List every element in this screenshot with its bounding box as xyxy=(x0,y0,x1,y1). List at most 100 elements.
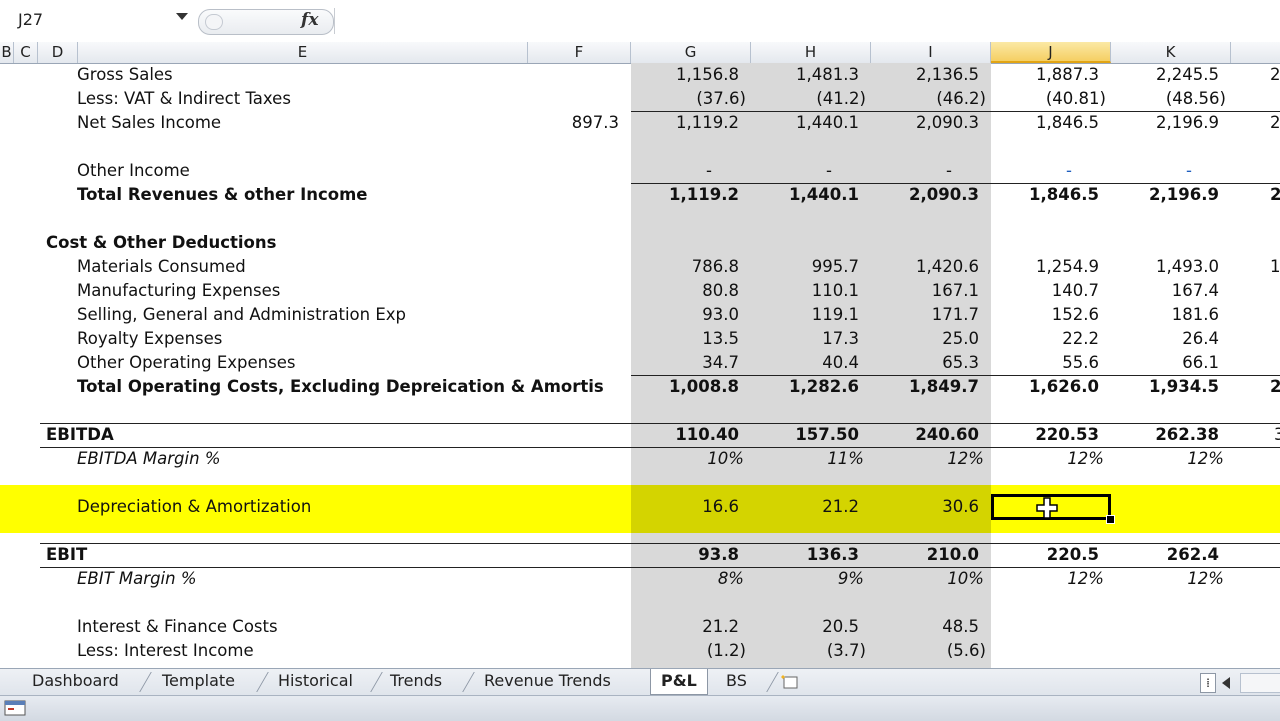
cell-g[interactable]: 21.2 xyxy=(629,615,739,639)
cell-l[interactable]: 2 xyxy=(1270,375,1280,399)
cell-l[interactable]: 2 xyxy=(1270,183,1280,207)
cell-l[interactable]: 3 xyxy=(1274,423,1280,447)
cell-i[interactable]: 210.0 xyxy=(869,543,979,567)
column-header-l[interactable] xyxy=(1231,42,1280,63)
cell-j[interactable]: 220.53 xyxy=(989,423,1099,447)
cell-h[interactable]: 17.3 xyxy=(749,327,859,351)
column-header-b[interactable]: B xyxy=(0,42,14,63)
cell-g[interactable]: 34.7 xyxy=(629,351,739,375)
cell-g[interactable]: - xyxy=(602,159,712,183)
cell-h[interactable]: 110.1 xyxy=(749,279,859,303)
cell-h[interactable]: 119.1 xyxy=(749,303,859,327)
cell-i[interactable]: 2,090.3 xyxy=(869,183,979,207)
cell-i[interactable]: 1,420.6 xyxy=(869,255,979,279)
cell-k[interactable]: 181.6 xyxy=(1109,303,1219,327)
insert-sheet-icon[interactable] xyxy=(780,674,798,689)
cell-j[interactable]: 1,846.5 xyxy=(989,183,1099,207)
cell-j[interactable]: - xyxy=(962,159,1072,183)
column-header-e[interactable]: E xyxy=(78,42,528,63)
cell-i[interactable]: (5.6) xyxy=(876,639,986,663)
cell-h[interactable]: 136.3 xyxy=(749,543,859,567)
cell-k[interactable]: 66.1 xyxy=(1109,351,1219,375)
cell-j[interactable]: 12% xyxy=(994,447,1104,471)
cell-j[interactable]: 22.2 xyxy=(989,327,1099,351)
cell-h[interactable]: 40.4 xyxy=(749,351,859,375)
cell-i[interactable]: 2,090.3 xyxy=(869,111,979,135)
cell-j[interactable]: 220.5 xyxy=(989,543,1099,567)
cell-h[interactable]: 21.2 xyxy=(749,495,859,519)
cell-i[interactable]: 2,136.5 xyxy=(869,63,979,87)
cell-i[interactable]: 167.1 xyxy=(869,279,979,303)
cell-l[interactable]: 2 xyxy=(1270,63,1280,87)
sheet-tab-bs[interactable]: BS xyxy=(716,669,757,693)
column-header-c[interactable]: C xyxy=(14,42,38,63)
column-header-h[interactable]: H xyxy=(751,42,871,63)
sheet-tab-historical[interactable]: Historical xyxy=(268,669,363,693)
cell-h[interactable]: 20.5 xyxy=(749,615,859,639)
fill-handle[interactable] xyxy=(1106,515,1115,524)
cell-h[interactable]: 9% xyxy=(754,567,864,591)
tab-split-handle[interactable]: ⁞ xyxy=(1200,673,1216,693)
formula-input[interactable] xyxy=(334,8,1280,34)
cell-g[interactable]: 13.5 xyxy=(629,327,739,351)
cell-k[interactable]: - xyxy=(1082,159,1192,183)
cell-k[interactable]: 2,245.5 xyxy=(1109,63,1219,87)
cell-i[interactable]: 48.5 xyxy=(869,615,979,639)
cell-k[interactable]: 2,196.9 xyxy=(1109,111,1219,135)
cell-k[interactable]: 26.4 xyxy=(1109,327,1219,351)
cell-h[interactable]: 157.50 xyxy=(749,423,859,447)
cell-h[interactable]: - xyxy=(722,159,832,183)
cell-g[interactable]: 16.6 xyxy=(629,495,739,519)
cell-h[interactable]: 1,440.1 xyxy=(749,111,859,135)
cell-g[interactable]: (1.2) xyxy=(636,639,746,663)
cell-g[interactable]: 93.8 xyxy=(629,543,739,567)
cell-i[interactable]: 171.7 xyxy=(869,303,979,327)
cell-g[interactable]: 93.0 xyxy=(629,303,739,327)
cell-k[interactable]: 262.38 xyxy=(1109,423,1219,447)
cell-g[interactable]: 10% xyxy=(634,447,744,471)
cell-h[interactable]: 1,481.3 xyxy=(749,63,859,87)
cell-g[interactable]: 1,156.8 xyxy=(629,63,739,87)
cell-g[interactable]: 110.40 xyxy=(629,423,739,447)
sheet-tab-dashboard[interactable]: Dashboard xyxy=(22,669,129,693)
cell-g[interactable]: 1,008.8 xyxy=(629,375,739,399)
cell-i[interactable]: 12% xyxy=(874,447,984,471)
cell-h[interactable]: (3.7) xyxy=(756,639,866,663)
cell-f[interactable]: 897.3 xyxy=(509,111,619,135)
cell-i[interactable]: 10% xyxy=(874,567,984,591)
cell-j[interactable]: 12% xyxy=(994,567,1104,591)
scroll-left-icon[interactable] xyxy=(1222,677,1230,689)
cell-j[interactable]: 1,254.9 xyxy=(989,255,1099,279)
horizontal-scrollbar[interactable] xyxy=(1240,673,1280,693)
cell-h[interactable]: 11% xyxy=(754,447,864,471)
cell-k[interactable]: 12% xyxy=(1114,447,1224,471)
cell-j[interactable]: 1,846.5 xyxy=(989,111,1099,135)
cell-g[interactable]: 80.8 xyxy=(629,279,739,303)
cell-j[interactable]: 140.7 xyxy=(989,279,1099,303)
cell-k[interactable]: (48.56) xyxy=(1116,87,1226,111)
sheet-tab-trends[interactable]: Trends xyxy=(380,669,452,693)
cell-l[interactable]: 2 xyxy=(1270,111,1280,135)
sheet-tab-pl[interactable]: P&L xyxy=(650,669,708,695)
cell-k[interactable]: 1,934.5 xyxy=(1109,375,1219,399)
cell-k[interactable]: 2,196.9 xyxy=(1109,183,1219,207)
column-header-k[interactable]: K xyxy=(1111,42,1231,63)
cell-h[interactable]: 995.7 xyxy=(749,255,859,279)
cell-j[interactable]: (40.81) xyxy=(996,87,1106,111)
insert-function-button[interactable]: fx xyxy=(301,10,318,30)
name-box-dropdown-icon[interactable] xyxy=(176,13,188,20)
cell-h[interactable]: 1,282.6 xyxy=(749,375,859,399)
macro-record-icon[interactable] xyxy=(4,700,26,716)
cell-i[interactable]: 1,849.7 xyxy=(869,375,979,399)
cell-i[interactable]: 25.0 xyxy=(869,327,979,351)
cell-i[interactable]: 65.3 xyxy=(869,351,979,375)
column-header-i[interactable]: I xyxy=(871,42,991,63)
sheet-tab-template[interactable]: Template xyxy=(152,669,245,693)
formula-bar-handle-icon[interactable] xyxy=(205,14,223,30)
cell-j[interactable]: 1,626.0 xyxy=(989,375,1099,399)
column-header-f[interactable]: F xyxy=(528,42,631,63)
cell-h[interactable]: (41.2) xyxy=(756,87,866,111)
cell-j[interactable]: 152.6 xyxy=(989,303,1099,327)
cell-k[interactable]: 167.4 xyxy=(1109,279,1219,303)
cell-k[interactable]: 262.4 xyxy=(1109,543,1219,567)
